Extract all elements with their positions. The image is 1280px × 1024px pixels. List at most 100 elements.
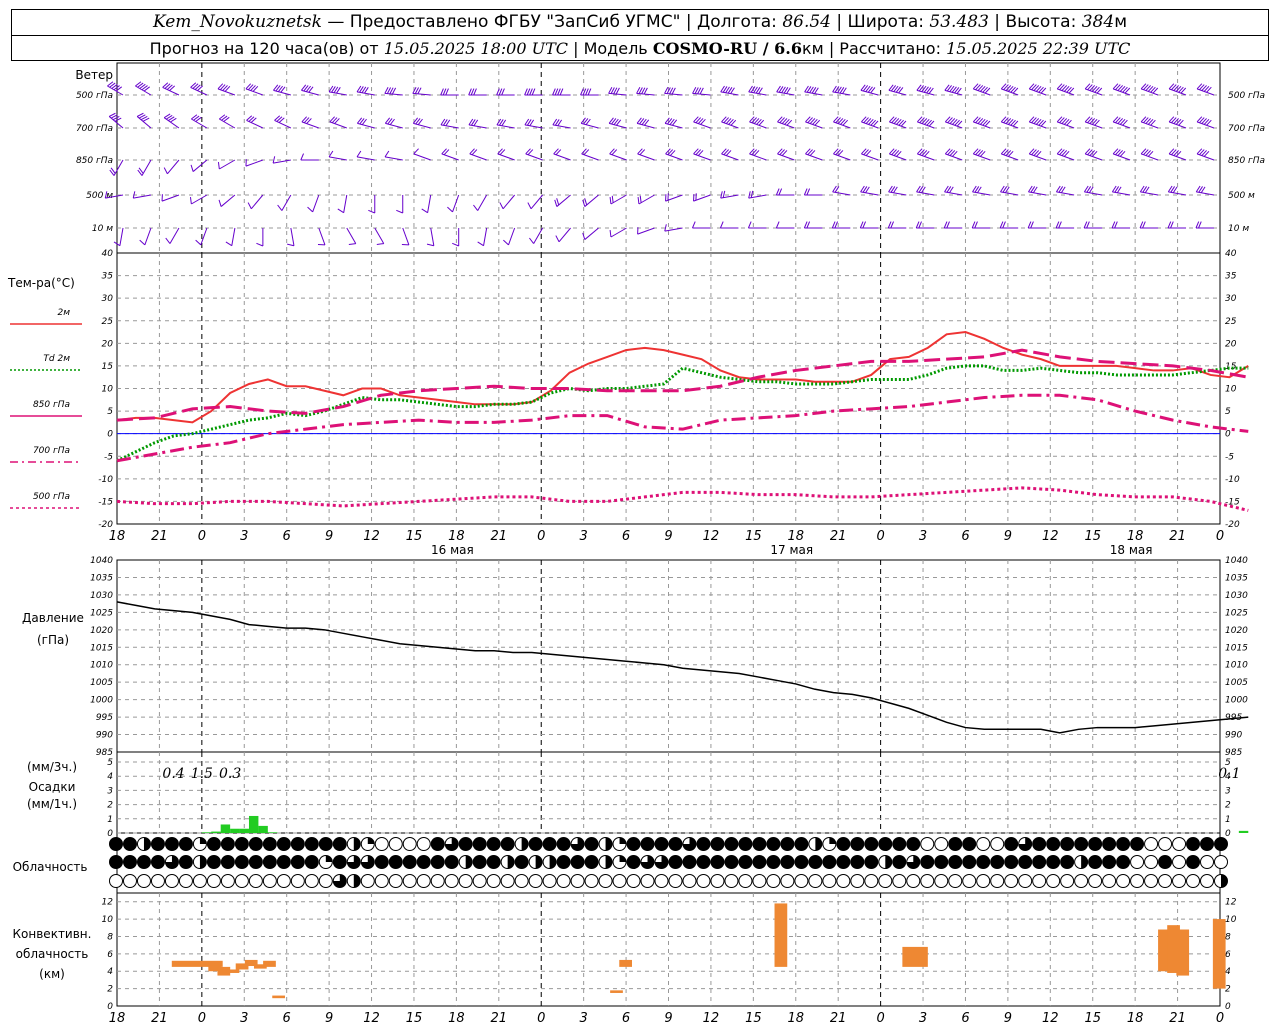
cloud-fill — [389, 855, 403, 869]
cloud-symbol — [892, 837, 907, 851]
cloud-fill — [1088, 837, 1102, 851]
wind-barb — [1111, 185, 1131, 196]
press-tick-right: 1005 — [1225, 678, 1248, 688]
wind-barb-flag — [559, 88, 564, 96]
wind-barb — [887, 221, 907, 229]
cloud-symbol — [136, 837, 151, 851]
wind-barb-flag — [915, 221, 920, 229]
wind-barb-staff — [427, 194, 432, 213]
wind-barb-flag — [862, 221, 867, 229]
cloud-symbol — [262, 855, 277, 869]
cloud-symbol — [934, 855, 949, 869]
wind-barb-flag — [218, 199, 222, 207]
wind-barb-staff — [290, 227, 295, 246]
cloud-fill — [864, 855, 878, 869]
cloud-fill — [822, 855, 836, 869]
wind-barb-staff — [558, 227, 571, 243]
cloud-fill — [780, 837, 794, 851]
wind-barb — [256, 228, 264, 247]
cloud-fill — [353, 837, 361, 851]
conv-bar — [902, 946, 928, 967]
cloud-symbol — [388, 837, 403, 851]
wind-barb-staff — [584, 227, 599, 240]
cloud-symbol — [206, 855, 221, 869]
cloud-symbol — [1004, 855, 1019, 869]
x-tick-label: 0 — [198, 529, 206, 544]
cloud-symbol — [164, 837, 179, 851]
x-tick-label: 21 — [151, 1011, 168, 1024]
wind-barb — [1196, 83, 1215, 96]
wind-barb — [499, 194, 516, 210]
cloud-symbol — [1074, 855, 1089, 869]
cloud-circle — [1172, 874, 1187, 888]
cloud-symbol — [234, 855, 249, 869]
wind-barb — [805, 148, 823, 161]
x-tick-label: 18 — [109, 1011, 126, 1024]
cloud-fill — [655, 837, 669, 851]
wind-barb — [692, 221, 711, 229]
cloud-symbol — [192, 837, 207, 851]
wind-barb-flag — [337, 208, 344, 214]
cloud-circle — [360, 874, 375, 888]
wind-barb — [1000, 148, 1019, 161]
cloud-circle — [724, 874, 739, 888]
wind-barb — [832, 85, 851, 96]
wind-barb — [916, 84, 935, 96]
wind-barb — [496, 88, 515, 96]
press-tick-right: 1030 — [1225, 591, 1248, 601]
x-tick-label: 18 — [448, 529, 465, 544]
cloud-circle — [416, 837, 431, 851]
wind-barb — [191, 114, 208, 129]
wind-barb — [1196, 116, 1215, 129]
cloud-symbol — [822, 855, 837, 869]
cloud-symbol — [892, 855, 907, 869]
cloud-symbol — [122, 837, 137, 851]
temp-legend-label: Td 2м — [43, 354, 70, 364]
cloud-circle — [178, 874, 193, 888]
wind-barb — [1084, 148, 1103, 161]
wind-barb — [553, 148, 571, 161]
cloud-symbol — [626, 837, 641, 851]
cloud-symbol — [962, 837, 977, 851]
wind-barb — [582, 194, 599, 207]
cloud-symbol — [458, 837, 473, 851]
wind-barb-staff — [483, 227, 488, 246]
precip-tick-right: 1 — [1225, 815, 1231, 825]
wind-barb-flag — [859, 221, 864, 229]
cloud-symbol — [1144, 837, 1159, 851]
cloud-symbol — [150, 855, 165, 869]
wind-barb-flag — [747, 221, 752, 229]
wind-barb-flag — [470, 88, 475, 96]
cloud-symbol — [220, 837, 235, 851]
precip-bar — [258, 825, 268, 833]
wind-barb-flag — [1139, 221, 1144, 229]
cloud-fill — [109, 855, 123, 869]
wind-barb-flag — [498, 88, 503, 96]
cloud-fill — [1116, 837, 1130, 851]
wind-barb — [1112, 116, 1131, 129]
cloud-fill — [543, 837, 557, 851]
cloud-symbol — [710, 837, 725, 851]
wind-barb — [1167, 221, 1187, 229]
cloud-circle — [1214, 855, 1228, 869]
wind-barb — [139, 227, 152, 246]
cloud-symbol — [248, 855, 263, 869]
press-tick-right: 1035 — [1225, 573, 1248, 583]
wind-barb — [775, 188, 795, 196]
wind-barb — [356, 150, 375, 161]
cloud-fill — [305, 837, 319, 851]
cloud-symbol — [1046, 855, 1061, 869]
cloud-symbol — [556, 837, 571, 851]
cloud-fill — [850, 837, 864, 851]
wind-barb-staff — [250, 194, 264, 210]
cloud-symbol — [346, 855, 361, 869]
wind-barb — [374, 227, 385, 245]
cloud-fill — [1032, 855, 1046, 869]
wind-barb-staff — [430, 227, 435, 246]
x-tick-label: 9 — [325, 529, 333, 544]
x-tick-label: 9 — [664, 1011, 672, 1024]
x-tick-label: 0 — [537, 529, 545, 544]
cloud-symbol — [696, 837, 711, 851]
wind-barb — [609, 227, 627, 238]
cloud-symbol — [109, 837, 123, 851]
